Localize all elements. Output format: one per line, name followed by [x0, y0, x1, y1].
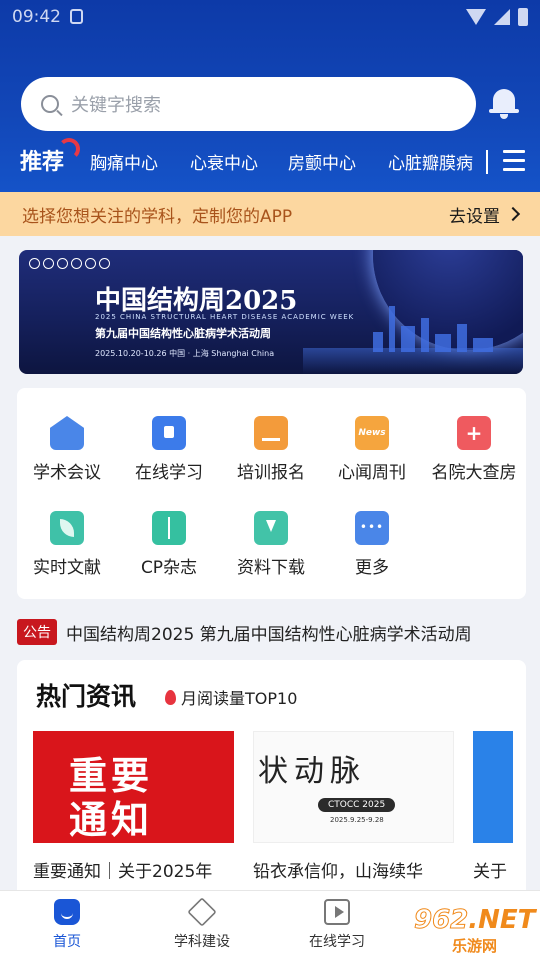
- grid-item-label: 更多: [355, 558, 389, 578]
- skyline-graphic: [363, 302, 503, 352]
- hero-subtitle-cn: 第九届中国结构性心脏病学术活动周: [95, 327, 271, 340]
- status-bar: 09:42: [0, 0, 540, 34]
- grid-item-grand-rounds[interactable]: 名院大查房: [424, 416, 524, 483]
- grid-item-registration[interactable]: 培训报名: [221, 416, 321, 483]
- flame-icon: [165, 689, 176, 705]
- online-learning-icon: [152, 416, 186, 450]
- sponsor-logos: [29, 258, 113, 269]
- battery-icon: [518, 8, 528, 26]
- status-time: 09:42: [12, 7, 61, 27]
- announcement-text: 中国结构周2025 第九届中国结构性心脏病学术活动周: [66, 624, 472, 645]
- watermark-domain: .NET: [468, 905, 536, 935]
- search-bar[interactable]: 关键字搜索: [21, 77, 476, 131]
- grid-item-literature[interactable]: 实时文献: [17, 511, 117, 578]
- chevron-right-icon: [505, 206, 521, 222]
- hot-news-title: 热门资讯: [36, 682, 137, 711]
- tip-message: 选择您想关注的学科，定制您的APP: [22, 206, 293, 227]
- active-tab-indicator-icon: [58, 138, 80, 160]
- news-card[interactable]: 重要 通知 重要通知｜关于2025年: [33, 731, 234, 882]
- watermark-text: 乐游网: [452, 937, 498, 955]
- hot-news-section: 热门资讯 月阅读量TOP10 重要 通知 重要通知｜关于2025年 状动脉 CT…: [17, 660, 526, 920]
- announcement-bar[interactable]: 公告 中国结构周2025 第九届中国结构性心脏病学术活动周: [17, 618, 527, 646]
- quick-access-grid: 学术会议 在线学习 培训报名 News 心闻周刊 名院大查房 实时文献 CP杂志…: [17, 388, 526, 599]
- news-card[interactable]: 关于: [473, 731, 513, 882]
- hot-news-subtitle-text: 月阅读量TOP10: [181, 689, 298, 708]
- home-icon: [54, 899, 80, 925]
- conference-icon: [50, 416, 84, 450]
- tabs-divider: [486, 150, 488, 174]
- grid-item-news-weekly[interactable]: News 心闻周刊: [322, 416, 422, 483]
- tab-chest-pain[interactable]: 胸痛中心: [90, 149, 158, 174]
- hero-title: 中国结构周2025: [95, 286, 298, 316]
- hero-date-line: 2025.10.20-10.26 中国 · 上海 Shanghai China: [95, 349, 275, 358]
- image-text: 通知: [69, 797, 154, 842]
- more-icon: [355, 511, 389, 545]
- grid-item-label: 心闻周刊: [338, 463, 406, 483]
- image-tag: CTOCC 2025: [318, 798, 396, 812]
- grid-item-online-learning[interactable]: 在线学习: [119, 416, 219, 483]
- cube-icon: [187, 897, 217, 927]
- news-card-caption: 铅衣承信仰，山海续华: [253, 862, 423, 882]
- registration-icon: [254, 416, 288, 450]
- nav-discipline[interactable]: 学科建设: [157, 897, 247, 951]
- grid-item-label: 学术会议: [33, 463, 101, 483]
- grid-item-label: 资料下载: [237, 558, 305, 578]
- news-card[interactable]: 状动脉 CTOCC 2025 2025.9.25-9.28 铅衣承信仰，山海续华: [253, 731, 454, 882]
- grid-item-conference[interactable]: 学术会议: [17, 416, 117, 483]
- tab-valvular-disease[interactable]: 心脏瓣膜病: [388, 149, 473, 174]
- news-card-image: [473, 731, 513, 843]
- sim-icon: [70, 9, 83, 24]
- go-settings-link[interactable]: 去设置: [449, 202, 521, 227]
- announcement-tag: 公告: [17, 619, 57, 645]
- search-icon: [41, 95, 59, 113]
- wifi-icon: [466, 9, 486, 25]
- news-card-image: 重要 通知: [33, 731, 234, 843]
- grid-item-label: 名院大查房: [431, 463, 517, 483]
- nav-label: 首页: [53, 934, 81, 950]
- notification-bell-icon[interactable]: [489, 85, 519, 119]
- category-tabs: 推荐 胸痛中心 心衰中心 房颤中心 心脏瓣膜病: [0, 138, 540, 184]
- medical-kit-icon: [457, 416, 491, 450]
- image-note: 2025.9.25-9.28: [330, 816, 384, 824]
- news-icon: News: [355, 416, 389, 450]
- nav-home[interactable]: 首页: [22, 899, 112, 951]
- go-settings-label: 去设置: [449, 206, 500, 227]
- search-placeholder: 关键字搜索: [71, 95, 161, 116]
- tab-recommend[interactable]: 推荐: [20, 138, 80, 176]
- tab-heart-failure[interactable]: 心衰中心: [190, 149, 258, 174]
- grid-item-label: 实时文献: [33, 558, 101, 578]
- grid-item-label: CP杂志: [140, 558, 198, 578]
- nav-label: 在线学习: [309, 934, 365, 950]
- image-text: 状动脉: [258, 754, 366, 789]
- watermark-logo: 962.NET 乐游网: [400, 905, 540, 960]
- nav-online-learning[interactable]: 在线学习: [292, 899, 382, 951]
- grid-item-cp-journal[interactable]: CP杂志: [119, 511, 219, 578]
- menu-icon[interactable]: [503, 150, 525, 177]
- news-card-caption: 关于: [473, 862, 507, 882]
- tab-atrial-fibrillation[interactable]: 房颤中心: [288, 149, 356, 174]
- grid-item-more[interactable]: 更多: [322, 511, 422, 578]
- tab-recommend-label: 推荐: [20, 150, 65, 175]
- download-cloud-icon: [254, 511, 288, 545]
- news-card-image: 状动脉 CTOCC 2025 2025.9.25-9.28: [253, 731, 454, 843]
- video-icon: [324, 899, 350, 925]
- journal-icon: [152, 511, 186, 545]
- news-card-caption: 重要通知｜关于2025年: [33, 862, 213, 882]
- hot-news-subtitle: 月阅读量TOP10: [165, 685, 297, 709]
- signal-icon: [494, 9, 510, 25]
- customize-tip-bar[interactable]: 选择您想关注的学科，定制您的APP 去设置: [0, 192, 540, 236]
- grid-item-downloads[interactable]: 资料下载: [221, 511, 321, 578]
- grid-item-label: 培训报名: [237, 463, 305, 483]
- grid-item-label: 在线学习: [135, 463, 203, 483]
- literature-icon: [50, 511, 84, 545]
- hero-subtitle-en: 2025 CHINA STRUCTURAL HEART DISEASE ACAD…: [95, 313, 355, 321]
- watermark-number: 962: [413, 905, 469, 936]
- nav-label: 学科建设: [174, 934, 230, 950]
- hero-banner[interactable]: 中国结构周2025 2025 CHINA STRUCTURAL HEART DI…: [19, 250, 523, 374]
